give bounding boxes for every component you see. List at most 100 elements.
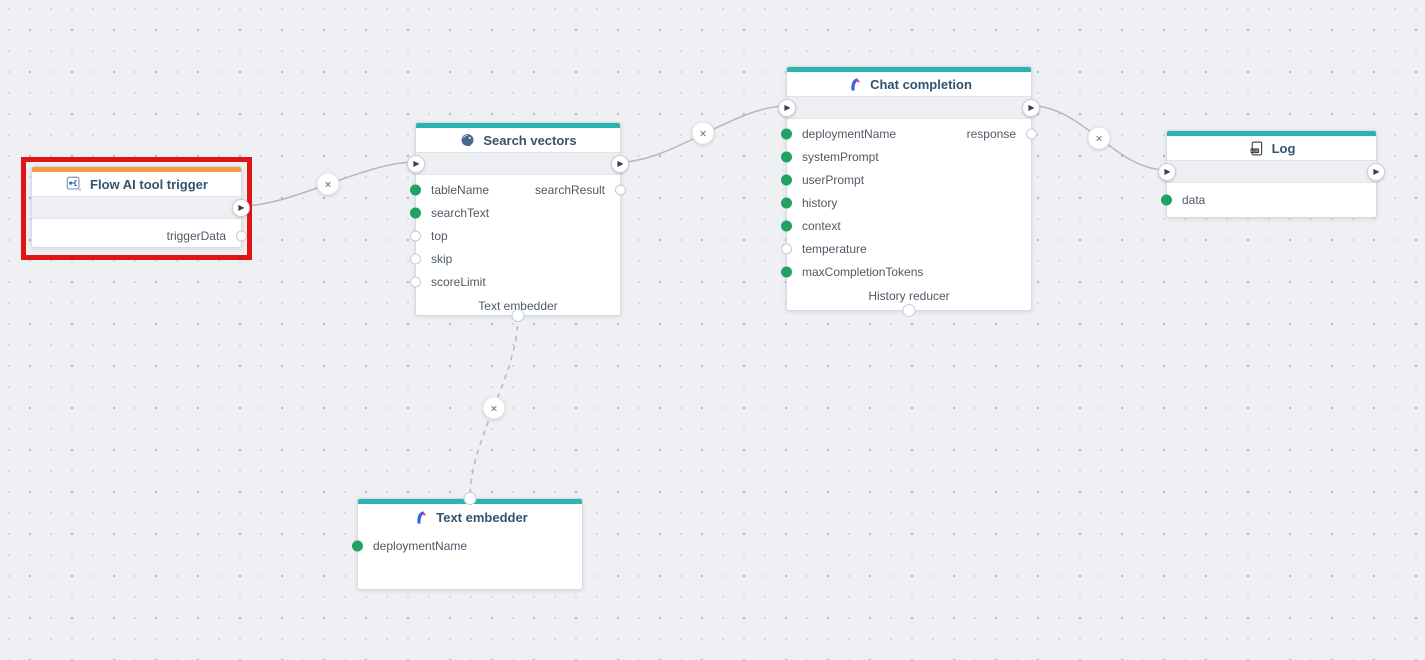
port-label: skip <box>431 252 452 266</box>
flow-editor-canvas[interactable]: × × × × × Flow AI tool trigger ▶ trigger… <box>0 0 1425 660</box>
play-icon: ▶ <box>783 104 790 112</box>
delete-connection-button[interactable]: × <box>1088 127 1111 150</box>
delete-connection-icon: × <box>1095 132 1102 144</box>
node-header[interactable]: LOG Log <box>1167 136 1376 160</box>
input-port[interactable] <box>410 184 421 195</box>
node-body: triggerData <box>32 219 241 249</box>
input-port[interactable] <box>352 541 363 552</box>
delete-connection-icon: × <box>490 402 497 414</box>
node-text-embedder[interactable]: Text embedder deploymentName <box>357 498 583 590</box>
node-search-vectors[interactable]: Search vectors ▶ ▶ tableName searchResul… <box>415 122 621 316</box>
node-body: deploymentName <box>358 530 582 559</box>
play-icon: ▶ <box>412 160 419 168</box>
execution-band: ▶ ▶ <box>787 96 1031 119</box>
port-label: response <box>967 127 1016 141</box>
delete-connection-button[interactable]: × <box>483 397 506 420</box>
play-icon: ▶ <box>616 160 623 168</box>
tool-port[interactable] <box>464 492 477 505</box>
port-row: deploymentName response <box>787 122 1031 145</box>
play-icon: ▶ <box>1027 104 1034 112</box>
node-header[interactable]: Text embedder <box>358 504 582 530</box>
execution-out-button[interactable]: ▶ <box>1022 99 1040 117</box>
execution-out-button[interactable]: ▶ <box>232 199 250 217</box>
delete-connection-button[interactable]: × <box>692 122 715 145</box>
execution-in-button[interactable]: ▶ <box>1158 163 1176 181</box>
execution-out-button[interactable]: ▶ <box>611 155 629 173</box>
node-flow-ai-tool-trigger[interactable]: × Flow AI tool trigger ▶ triggerData <box>31 166 242 248</box>
input-port[interactable] <box>781 151 792 162</box>
port-label: triggerData <box>167 229 226 243</box>
port-label: systemPrompt <box>802 150 879 164</box>
log-icon: LOG <box>1248 140 1265 157</box>
port-row: temperature <box>787 237 1031 260</box>
node-body: deploymentName response systemPrompt use… <box>787 119 1031 309</box>
execution-band: ▶ <box>32 196 241 219</box>
input-port[interactable] <box>410 276 421 287</box>
input-port[interactable] <box>781 174 792 185</box>
port-label: top <box>431 229 448 243</box>
execution-band: ▶ ▶ <box>1167 160 1376 183</box>
play-icon: ▶ <box>1163 168 1170 176</box>
output-port[interactable] <box>236 230 247 241</box>
connections-layer <box>0 0 1425 660</box>
input-port[interactable] <box>781 128 792 139</box>
node-title: Log <box>1272 141 1296 156</box>
port-row: skip <box>416 247 620 270</box>
play-icon: ▶ <box>237 204 244 212</box>
node-chat-completion[interactable]: Chat completion ▶ ▶ deploymentName respo… <box>786 66 1032 311</box>
port-label: deploymentName <box>373 539 467 553</box>
port-row: context <box>787 214 1031 237</box>
port-label: searchText <box>431 206 489 220</box>
port-row: top <box>416 224 620 247</box>
tool-port[interactable] <box>512 309 525 322</box>
node-title: Flow AI tool trigger <box>90 177 208 192</box>
flow-trigger-icon: × <box>65 175 83 193</box>
input-port[interactable] <box>781 243 792 254</box>
node-body: data <box>1167 183 1376 213</box>
play-icon: ▶ <box>1372 168 1379 176</box>
port-row: data <box>1167 186 1376 213</box>
port-label: deploymentName <box>802 127 896 141</box>
postgresql-icon <box>459 132 476 149</box>
delete-connection-button[interactable]: × <box>317 173 340 196</box>
input-port[interactable] <box>781 266 792 277</box>
azure-ai-icon <box>846 76 863 93</box>
port-row: maxCompletionTokens <box>787 260 1031 283</box>
port-label: context <box>802 219 841 233</box>
port-row: deploymentName <box>358 533 582 559</box>
port-label: scoreLimit <box>431 275 486 289</box>
port-label: searchResult <box>535 183 605 197</box>
node-header[interactable]: Chat completion <box>787 72 1031 96</box>
node-header[interactable]: Search vectors <box>416 128 620 152</box>
execution-in-button[interactable]: ▶ <box>778 99 796 117</box>
input-port[interactable] <box>410 253 421 264</box>
output-port[interactable] <box>615 184 626 195</box>
port-label: tableName <box>431 183 489 197</box>
port-label: data <box>1182 193 1205 207</box>
port-row: tableName searchResult <box>416 178 620 201</box>
port-label: maxCompletionTokens <box>802 265 923 279</box>
execution-in-button[interactable]: ▶ <box>407 155 425 173</box>
output-port[interactable] <box>1026 128 1037 139</box>
port-row: history <box>787 191 1031 214</box>
input-port[interactable] <box>1161 194 1172 205</box>
port-row: systemPrompt <box>787 145 1031 168</box>
node-header[interactable]: × Flow AI tool trigger <box>32 172 241 196</box>
input-port[interactable] <box>781 220 792 231</box>
port-row: scoreLimit <box>416 270 620 293</box>
input-port[interactable] <box>410 207 421 218</box>
port-label: history <box>802 196 837 210</box>
port-label: userPrompt <box>802 173 864 187</box>
tool-slot-label: History reducer <box>868 289 949 303</box>
azure-ai-icon <box>412 509 429 526</box>
node-title: Chat completion <box>870 77 972 92</box>
delete-connection-icon: × <box>324 178 331 190</box>
node-log[interactable]: LOG Log ▶ ▶ data <box>1166 130 1377 218</box>
node-title: Search vectors <box>483 133 576 148</box>
svg-text:×: × <box>78 187 82 193</box>
execution-out-button[interactable]: ▶ <box>1367 163 1385 181</box>
input-port[interactable] <box>410 230 421 241</box>
node-body: tableName searchResult searchText top sk… <box>416 175 620 319</box>
input-port[interactable] <box>781 197 792 208</box>
tool-port[interactable] <box>903 304 916 317</box>
